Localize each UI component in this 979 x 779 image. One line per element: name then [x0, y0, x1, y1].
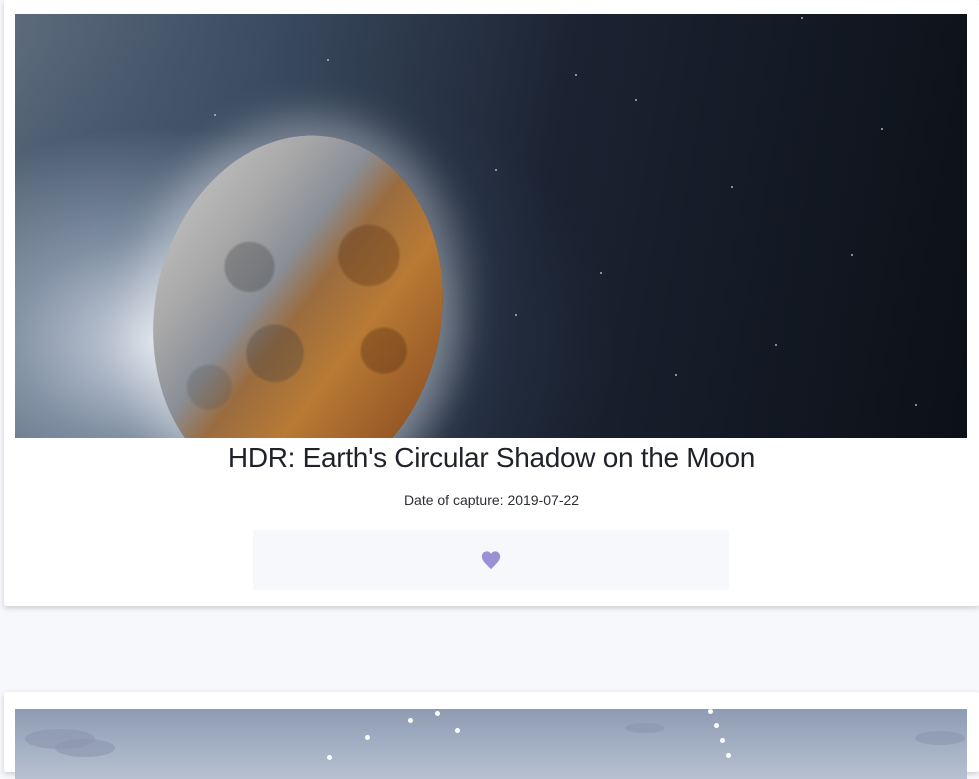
post-card: HDR: Earth's Circular Shadow on the Moon…	[4, 0, 979, 606]
post-card	[4, 692, 979, 779]
like-bar	[253, 530, 729, 590]
post-image	[15, 14, 967, 438]
post-date: Date of capture: 2019-07-22	[403, 492, 580, 508]
post-image	[15, 709, 967, 779]
post-title: HDR: Earth's Circular Shadow on the Moon	[227, 442, 756, 473]
heart-icon[interactable]	[480, 548, 502, 572]
